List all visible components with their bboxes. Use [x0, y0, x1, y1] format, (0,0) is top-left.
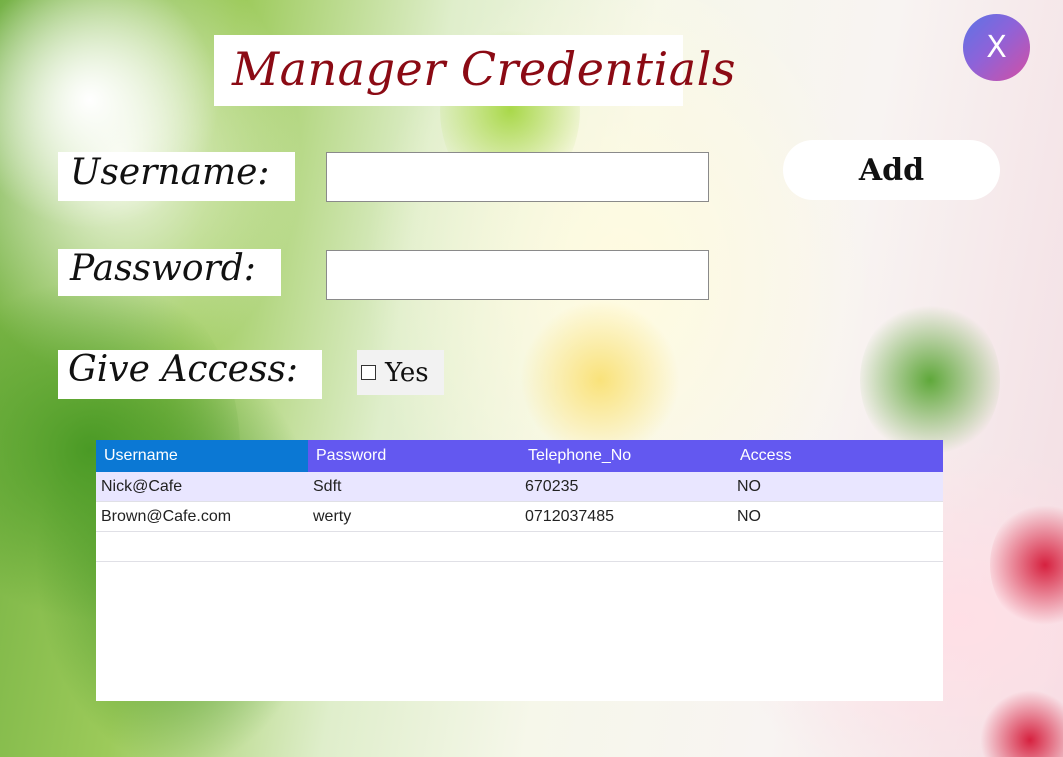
column-header-username[interactable]: Username: [96, 440, 308, 472]
cell-access: NO: [737, 478, 761, 495]
table-row[interactable]: Nick@Cafe Sdft 670235 NO: [96, 472, 943, 502]
password-label: Password:: [70, 248, 256, 289]
cell-password: werty: [313, 508, 352, 525]
table-header: Username Password Telephone_No Access: [96, 440, 943, 472]
username-label: Username:: [70, 152, 270, 193]
table-row-empty[interactable]: [96, 532, 943, 562]
add-button[interactable]: Add: [783, 140, 1000, 200]
give-access-label: Give Access:: [68, 349, 299, 390]
access-checkbox[interactable]: [361, 365, 376, 380]
cell-username: Nick@Cafe: [101, 478, 183, 495]
cell-access: NO: [737, 508, 761, 525]
page-title: Manager Credentials: [232, 42, 736, 96]
username-input[interactable]: [326, 152, 709, 202]
column-header-access[interactable]: Access: [732, 440, 943, 472]
close-button[interactable]: X: [963, 14, 1030, 81]
column-header-password[interactable]: Password: [308, 440, 520, 472]
cell-telephone: 0712037485: [525, 508, 614, 525]
password-input[interactable]: [326, 250, 709, 300]
access-checkbox-label: Yes: [385, 357, 429, 388]
access-checkbox-container[interactable]: Yes: [357, 350, 444, 395]
credentials-table[interactable]: Username Password Telephone_No Access Ni…: [96, 440, 943, 701]
close-icon: X: [986, 30, 1007, 65]
table-row[interactable]: Brown@Cafe.com werty 0712037485 NO: [96, 502, 943, 532]
column-header-telephone[interactable]: Telephone_No: [520, 440, 732, 472]
cell-password: Sdft: [313, 478, 342, 495]
cell-username: Brown@Cafe.com: [101, 508, 232, 525]
cell-telephone: 670235: [525, 478, 579, 495]
